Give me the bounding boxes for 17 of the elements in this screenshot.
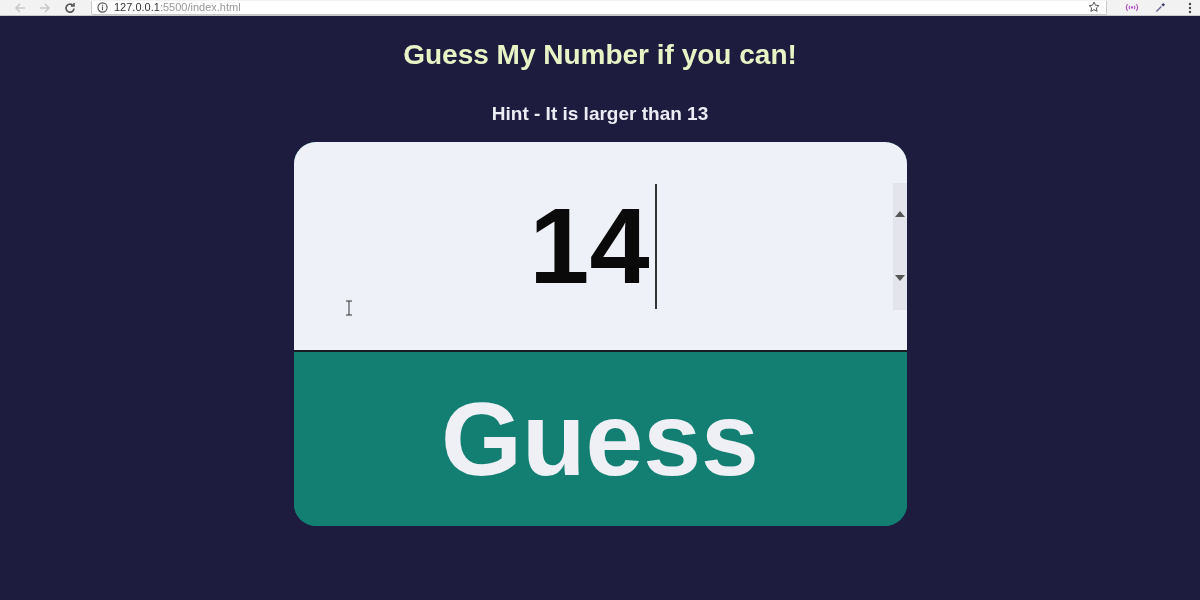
- page-title: Guess My Number if you can!: [403, 38, 797, 72]
- text-cursor-icon: [654, 183, 657, 309]
- i-beam-cursor-icon: [345, 300, 353, 316]
- menu-icon[interactable]: [1188, 1, 1192, 14]
- up-triangle-icon: [894, 211, 905, 218]
- broadcast-icon[interactable]: [1125, 3, 1140, 12]
- number-input[interactable]: 14: [529, 186, 655, 306]
- star-icon[interactable]: [1088, 1, 1101, 13]
- reload-button[interactable]: [64, 1, 76, 14]
- address-bar[interactable]: 127.0.0.1:5500/index.html: [91, 0, 1108, 15]
- down-triangle-icon: [894, 274, 905, 281]
- eyedropper-icon[interactable]: [1155, 2, 1166, 13]
- info-icon: [97, 1, 108, 13]
- hint-text: Hint - It is larger than 13: [491, 102, 709, 126]
- url-host: 127.0.0.1: [114, 0, 160, 14]
- reload-icon: [64, 1, 76, 14]
- url-path: :5500/index.html: [159, 0, 241, 14]
